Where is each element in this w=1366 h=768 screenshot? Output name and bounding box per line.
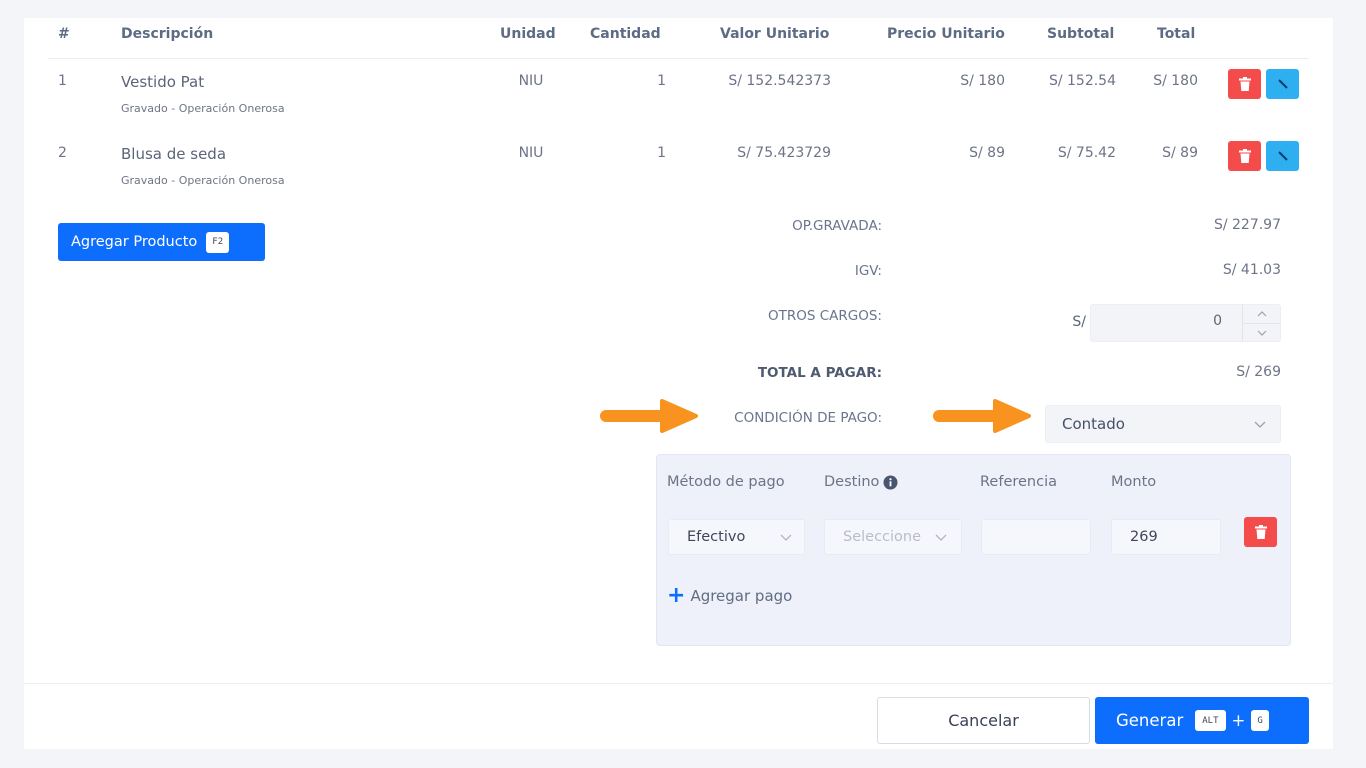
trash-icon — [1238, 77, 1251, 91]
condicion-pago-value: Contado — [1062, 415, 1125, 433]
monto-header: Monto — [1111, 474, 1156, 490]
destino-placeholder: Seleccione — [843, 529, 922, 545]
metodo-pago-select[interactable]: Efectivo — [668, 519, 805, 555]
product-quantity: 1 — [657, 145, 666, 161]
product-description: Blusa de seda — [121, 145, 227, 163]
referencia-input[interactable] — [981, 519, 1091, 555]
cancel-label: Cancelar — [948, 711, 1019, 730]
otros-cargos-label: OTROS CARGOS: — [768, 308, 882, 324]
generate-button[interactable]: Generar ALT + G — [1095, 697, 1309, 744]
product-quantity: 1 — [657, 73, 666, 89]
chevron-down-icon — [1257, 330, 1266, 336]
chevron-up-icon — [1257, 311, 1266, 317]
shortcut-plus: + — [1231, 711, 1246, 730]
referencia-header: Referencia — [980, 474, 1057, 490]
annotation-arrow — [600, 399, 698, 433]
plus-icon: + — [667, 583, 686, 608]
product-unit: NIU — [518, 73, 544, 89]
col-header-cantidad: Cantidad — [590, 26, 661, 42]
edit-item-button[interactable] — [1266, 69, 1299, 99]
product-tax-type: Gravado - Operación Onerosa — [121, 174, 285, 187]
annotation-arrow — [933, 399, 1031, 433]
product-description: Vestido Pat — [121, 73, 205, 91]
total-a-pagar-label: TOTAL A PAGAR: — [757, 365, 882, 381]
condicion-pago-select[interactable]: Contado — [1045, 405, 1281, 443]
edit-item-button[interactable] — [1266, 141, 1299, 171]
pencil-icon — [1277, 151, 1288, 161]
product-subtotal: S/ 152.54 — [1048, 73, 1116, 89]
chevron-down-icon — [780, 534, 792, 541]
delete-item-button[interactable] — [1228, 69, 1261, 99]
igv-label: IGV: — [854, 263, 882, 279]
monto-value: 269 — [1130, 529, 1158, 545]
decrement-button[interactable] — [1242, 323, 1280, 341]
op-gravada-value: S/ 227.97 — [1213, 217, 1281, 233]
trash-icon — [1254, 525, 1267, 539]
col-header-subtotal: Subtotal — [1047, 26, 1115, 42]
add-product-label: Agregar Producto — [71, 234, 198, 250]
product-unit: NIU — [518, 145, 544, 161]
increment-button[interactable] — [1242, 305, 1280, 323]
add-payment-label: Agregar pago — [690, 587, 793, 605]
col-header-number: # — [58, 26, 70, 42]
metodo-pago-header: Método de pago — [667, 474, 785, 490]
destino-header: Destino — [824, 474, 898, 490]
product-subtotal: S/ 75.42 — [1057, 145, 1116, 161]
otros-cargos-currency: S/ — [1072, 314, 1086, 330]
metodo-pago-value: Efectivo — [687, 529, 746, 545]
referencia-header-text: Referencia — [980, 474, 1058, 490]
product-unit-price: S/ 89 — [969, 145, 1005, 161]
cancel-button[interactable]: Cancelar — [877, 697, 1090, 744]
header-divider — [48, 58, 1309, 59]
delete-item-button[interactable] — [1228, 141, 1261, 171]
otros-cargos-value: 0 — [1213, 313, 1222, 329]
monto-header-text: Monto — [1111, 474, 1157, 490]
monto-input[interactable]: 269 — [1111, 519, 1221, 555]
product-unit-value: S/ 152.542373 — [728, 73, 831, 89]
chevron-down-icon — [1254, 421, 1266, 428]
chevron-down-icon — [935, 534, 947, 541]
info-icon[interactable] — [883, 475, 898, 490]
product-unit-value: S/ 75.423729 — [737, 145, 831, 161]
metodo-pago-header-text: Método de pago — [667, 474, 785, 490]
col-header-total: Total — [1157, 26, 1196, 42]
row-number: 1 — [58, 73, 67, 89]
destino-header-text: Destino — [824, 474, 880, 490]
col-header-unidad: Unidad — [500, 26, 556, 42]
shortcut-key-badge: G — [1251, 710, 1269, 731]
col-header-valor-unitario: Valor Unitario — [720, 26, 830, 42]
shortcut-key-badge: ALT — [1195, 710, 1226, 731]
op-gravada-label: OP.GRAVADA: — [792, 218, 882, 234]
add-payment-link[interactable]: + Agregar pago — [667, 583, 793, 608]
product-tax-type: Gravado - Operación Onerosa — [121, 102, 285, 115]
add-product-button[interactable]: Agregar Producto F2 — [58, 223, 265, 261]
product-total: S/ 89 — [1162, 145, 1198, 161]
destino-select[interactable]: Seleccione — [824, 519, 962, 555]
pencil-icon — [1277, 79, 1288, 89]
shortcut-key-badge: F2 — [206, 231, 230, 253]
trash-icon — [1238, 149, 1251, 163]
igv-value: S/ 41.03 — [1222, 262, 1281, 278]
delete-payment-button[interactable] — [1244, 517, 1277, 547]
col-header-precio-unitario: Precio Unitario — [887, 26, 1005, 42]
generate-label: Generar — [1116, 711, 1184, 730]
total-a-pagar-value: S/ 269 — [1236, 364, 1281, 380]
product-total: S/ 180 — [1153, 73, 1198, 89]
condicion-pago-label: CONDICIÓN DE PAGO: — [734, 410, 882, 426]
footer-divider — [24, 683, 1333, 684]
product-unit-price: S/ 180 — [960, 73, 1005, 89]
col-header-descripcion: Descripción — [121, 26, 214, 42]
row-number: 2 — [58, 145, 67, 161]
